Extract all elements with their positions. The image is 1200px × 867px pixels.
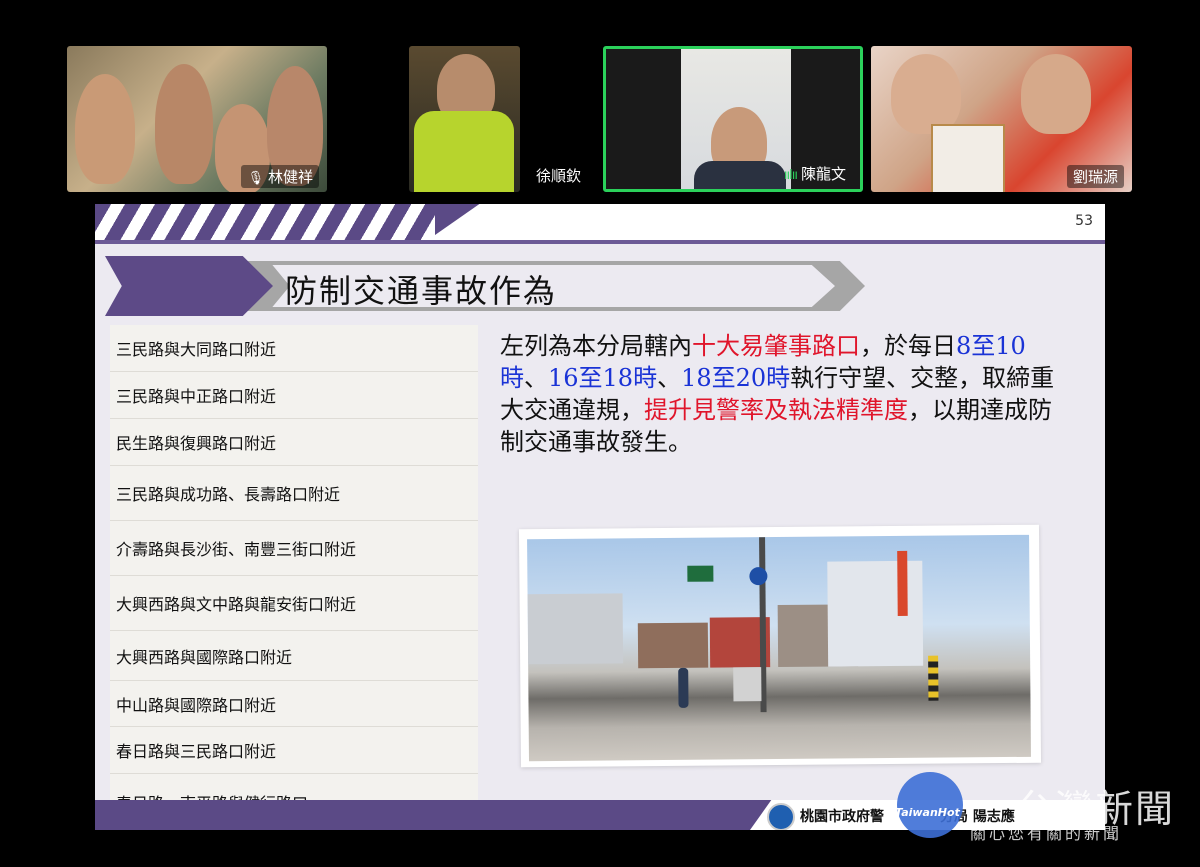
list-item: 三民路與大同路口附近 [110,325,478,372]
paragraph-highlight-red: 提升見警率及執法精準度 [644,396,908,424]
photo-road-sign [749,567,768,586]
slide-top-light [425,204,1105,242]
intersection-list: 三民路與大同路口附近 三民路與中正路口附近 民生路與復興路口附近 三民路與成功路… [110,325,478,830]
photo-signboard [897,550,908,616]
photo-building [527,593,624,665]
slide-paragraph: 左列為本分局轄內十大易肇事路口，於每日8至10時、16至18時、18至20時執行… [500,330,1065,458]
paragraph-highlight-blue: 16至18時 [548,364,658,392]
participant-tile-1[interactable]: 🎙 林健祥 [67,46,327,192]
list-item: 春日路與三民路口附近 [110,727,478,774]
paragraph-text: ，於每日 [860,332,956,360]
list-item: 大興西路與文中路與龍安街口附近 [110,576,478,631]
photo-traffic-cabinet [733,667,762,702]
slide-top-shadow [95,240,1105,244]
shared-slide: 53 防制交通事故作為 三民路與大同路口附近 三民路與中正路口附近 民生路與復興… [95,204,1105,830]
participant-name-label: 劉瑞源 [1066,165,1124,188]
watermark-subtitle: 關心您有關的新聞 [970,824,1123,843]
certificate-frame [931,124,1005,192]
list-item: 介壽路與長沙街、南豐三街口附近 [110,521,478,576]
list-item: 民生路與復興路口附近 [110,419,478,466]
participant-tile-3-active-speaker[interactable]: ıılıı 陳龍文 [603,46,863,192]
participant-shirt [414,111,514,192]
watermark-logo-icon [897,772,963,838]
intersection-photo [527,534,1031,762]
slide-page-number: 53 [1075,213,1093,229]
photo-bollard [928,655,939,701]
photo-building [827,560,924,667]
paragraph-text: 左列為本分局轄內 [500,332,692,360]
paragraph-highlight-blue: 18至20時 [681,364,791,392]
photo-officer [678,667,689,708]
participant-tile-4[interactable]: 劉瑞源 [871,46,1132,192]
list-item: 大興西路與國際路口附近 [110,631,478,681]
participant-name-label: 🎙 林健祥 [241,165,319,188]
title-banner-arrow [105,256,273,316]
paragraph-text: 、 [524,364,548,392]
participant-photo [1021,54,1091,134]
participant-photo [891,54,961,134]
slide-title: 防制交通事故作為 [285,272,558,310]
paragraph-highlight-red: 十大易肇事路口 [692,332,860,360]
participant-shirt [694,161,786,189]
slide-top-band: 53 [95,204,1105,244]
participant-tile-2[interactable] [409,46,520,192]
watermark-logo-text: TaiwanHot [895,806,960,819]
list-item: 三民路與成功路、長壽路口附近 [110,466,478,521]
participant-photo [75,74,135,184]
list-item: 三民路與中正路口附近 [110,372,478,419]
police-badge-icon [767,803,795,830]
intersection-photo-frame [518,524,1042,768]
participant-name-label: 徐順欽 [536,167,582,185]
participant-name-label: ıılıı 陳龍文 [783,165,846,183]
paragraph-text: 、 [657,364,682,392]
photo-building [637,622,709,669]
participant-photo [155,64,213,184]
audio-wave-icon: ıılıı [783,168,798,183]
mic-muted-icon: 🎙 [247,171,264,186]
list-item: 中山路與國際路口附近 [110,681,478,727]
photo-street-sign [687,565,714,582]
slide-stripes [95,204,435,242]
